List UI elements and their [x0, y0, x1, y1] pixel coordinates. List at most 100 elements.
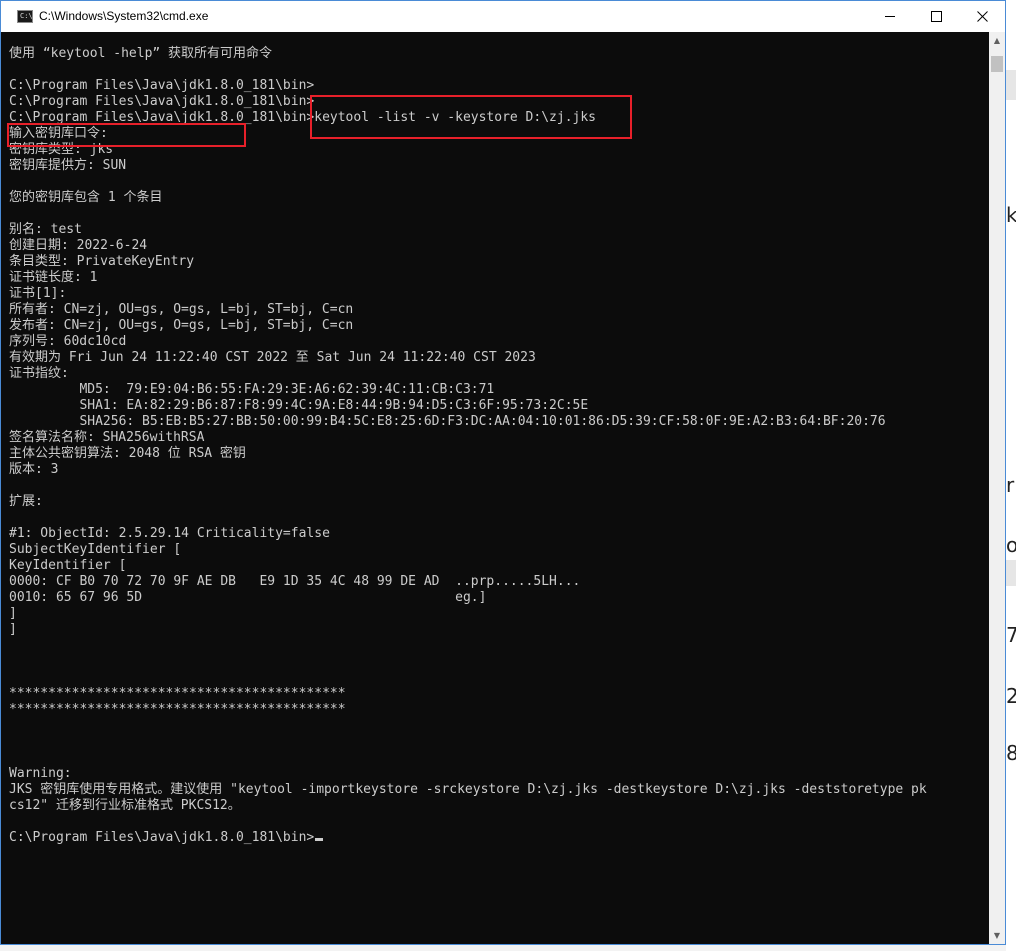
console-line-text: JKS 密钥库使用专用格式。建议使用 "keytool -importkeyst… [9, 782, 927, 797]
console-line: cs12" 迁移到行业标准格式 PKCS12。 [9, 798, 927, 814]
close-button[interactable] [959, 1, 1005, 32]
background-text-fragment: 2 [1006, 684, 1016, 708]
console-line-text: MD5: 79:E9:04:B6:55:FA:29:3E:A6:62:39:4C… [9, 382, 495, 397]
console-line-text: SubjectKeyIdentifier [ [9, 542, 182, 557]
cmd-app-icon-label: C:\ [20, 12, 33, 20]
background-text-fragment: 8 [1006, 741, 1016, 765]
background-text-fragment: r [1006, 473, 1015, 497]
console-line: 发布者: CN=zj, OU=gs, O=gs, L=bj, ST=bj, C=… [9, 318, 927, 334]
console-line-text: 密钥库提供方: SUN [9, 158, 127, 173]
console-line-text: 别名: test [9, 222, 82, 237]
console-line-text: 发布者: CN=zj, OU=gs, O=gs, L=bj, ST=bj, C=… [9, 318, 354, 333]
console-line-text: cs12" 迁移到行业标准格式 PKCS12。 [9, 798, 241, 813]
text-cursor [315, 838, 324, 841]
maximize-icon [930, 11, 942, 22]
background-panel [1006, 560, 1016, 586]
scroll-down-icon[interactable]: ▼ [989, 927, 1005, 944]
console-line-text: SHA256: B5:EB:B5:27:BB:50:00:99:B4:5C:E8… [9, 414, 886, 429]
background-text-fragment: 7 [1006, 623, 1016, 647]
console-line: 密钥库提供方: SUN [9, 158, 927, 174]
console-lines: 使用 “keytool -help” 获取所有可用命令 C:\Program Fi… [9, 46, 927, 846]
console-line: C:\Program Files\Java\jdk1.8.0_181\bin> [9, 78, 927, 94]
console-line: 0000: CF B0 70 72 70 9F AE DB E9 1D 35 4… [9, 574, 927, 590]
console-output[interactable]: 使用 “keytool -help” 获取所有可用命令 C:\Program Fi… [1, 32, 989, 944]
console-line-text: ] [9, 606, 17, 621]
maximize-button[interactable] [913, 1, 959, 32]
console-line-text: C:\Program Files\Java\jdk1.8.0_181\bin> [9, 78, 315, 93]
console-line: C:\Program Files\Java\jdk1.8.0_181\bin> [9, 830, 927, 846]
console-line: 所有者: CN=zj, OU=gs, O=gs, L=bj, ST=bj, C=… [9, 302, 927, 318]
console-line: ****************************************… [9, 686, 927, 702]
minimize-button[interactable] [867, 1, 913, 32]
console-line-text: 证书链长度: 1 [9, 270, 98, 285]
console-line-text: ] [9, 622, 17, 637]
highlight-box-password-prompt [7, 123, 246, 147]
console-line-text: 证书指纹: [9, 366, 69, 381]
background-text-fragment: o [1006, 533, 1016, 557]
close-icon [976, 11, 988, 22]
cmd-window: C:\ C:\Windows\System32\cmd.exe 使用 “keyt… [0, 0, 1006, 945]
console-line-text: 0000: CF B0 70 72 70 9F AE DB E9 1D 35 4… [9, 574, 581, 589]
console-line: 使用 “keytool -help” 获取所有可用命令 [9, 46, 927, 62]
background-panel [1006, 70, 1016, 100]
console-line: 条目类型: PrivateKeyEntry [9, 254, 927, 270]
console-line: 扩展: [9, 494, 927, 510]
console-line: SHA256: B5:EB:B5:27:BB:50:00:99:B4:5C:E8… [9, 414, 927, 430]
console-line: 序列号: 60dc10cd [9, 334, 927, 350]
console-line-text: ****************************************… [9, 702, 346, 717]
console-line-text: 签名算法名称: SHA256withRSA [9, 430, 205, 445]
highlight-box-command [310, 95, 632, 139]
console-line: ****************************************… [9, 702, 927, 718]
console-line: ] [9, 606, 927, 622]
console-line-text: #1: ObjectId: 2.5.29.14 Criticality=fals… [9, 526, 330, 541]
console-line: SubjectKeyIdentifier [ [9, 542, 927, 558]
console-line-text: 您的密钥库包含 1 个条目 [9, 190, 163, 205]
scrollbar-thumb[interactable] [991, 56, 1003, 72]
console-line: 别名: test [9, 222, 927, 238]
cmd-app-icon[interactable]: C:\ [17, 10, 33, 23]
console-line-text: 版本: 3 [9, 462, 59, 477]
console-line: 证书指纹: [9, 366, 927, 382]
console-line: Warning: [9, 766, 927, 782]
console-line: 证书[1]: [9, 286, 927, 302]
console-line-text: 创建日期: 2022-6-24 [9, 238, 148, 253]
console-line: JKS 密钥库使用专用格式。建议使用 "keytool -importkeyst… [9, 782, 927, 798]
background-text-fragment: k [1006, 203, 1016, 227]
console-line-text: Warning: [9, 766, 72, 781]
console-line: 创建日期: 2022-6-24 [9, 238, 927, 254]
console-line-text: SHA1: EA:82:29:B6:87:F8:99:4C:9A:E8:44:9… [9, 398, 589, 413]
console-line-text: 使用 “keytool -help” 获取所有可用命令 [9, 46, 273, 61]
minimize-icon [885, 16, 895, 17]
console-line: 版本: 3 [9, 462, 927, 478]
console-line: 您的密钥库包含 1 个条目 [9, 190, 927, 206]
console-line-text: 有效期为 Fri Jun 24 11:22:40 CST 2022 至 Sat … [9, 350, 536, 365]
console-line-text: 序列号: 60dc10cd [9, 334, 127, 349]
console-line-text: 扩展: [9, 494, 43, 509]
console-line-text: C:\Program Files\Java\jdk1.8.0_181\bin> [9, 830, 315, 845]
console-line: MD5: 79:E9:04:B6:55:FA:29:3E:A6:62:39:4C… [9, 382, 927, 398]
console-line-text: 证书[1]: [9, 286, 67, 301]
console-line: 有效期为 Fri Jun 24 11:22:40 CST 2022 至 Sat … [9, 350, 927, 366]
scroll-up-icon[interactable]: ▲ [989, 32, 1005, 49]
console-line: KeyIdentifier [ [9, 558, 927, 574]
console-line: SHA1: EA:82:29:B6:87:F8:99:4C:9A:E8:44:9… [9, 398, 927, 414]
console-line-text: 所有者: CN=zj, OU=gs, O=gs, L=bj, ST=bj, C=… [9, 302, 354, 317]
console-line-text: 主体公共密钥算法: 2048 位 RSA 密钥 [9, 446, 246, 461]
console-line-text: C:\Program Files\Java\jdk1.8.0_181\bin> [9, 94, 315, 109]
vertical-scrollbar[interactable]: ▲ ▼ [989, 32, 1005, 944]
title-bar[interactable]: C:\ C:\Windows\System32\cmd.exe [1, 1, 1005, 32]
console-line: 0010: 65 67 96 5D eg.] [9, 590, 927, 606]
console-line-text: ****************************************… [9, 686, 346, 701]
console-line-text: 0010: 65 67 96 5D eg.] [9, 590, 487, 605]
